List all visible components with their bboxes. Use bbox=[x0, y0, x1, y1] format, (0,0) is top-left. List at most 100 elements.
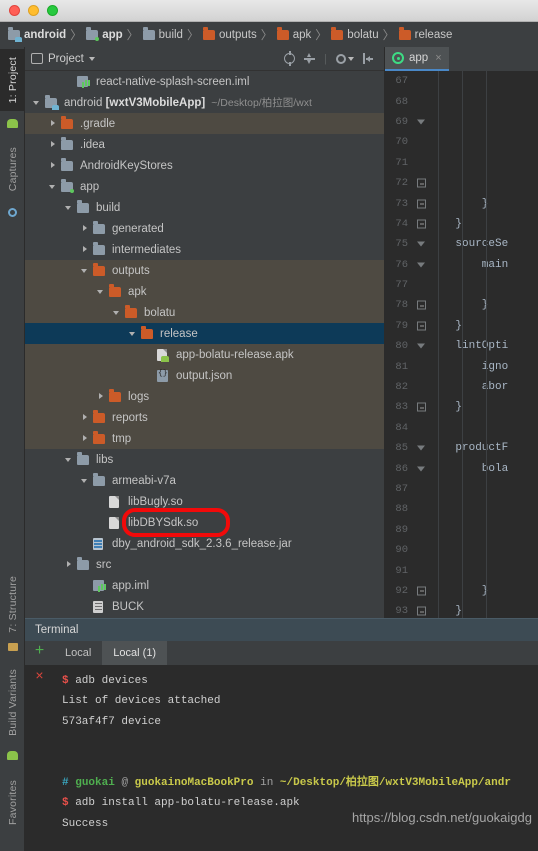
breadcrumb-item-build[interactable]: build bbox=[142, 27, 183, 41]
tree-item-android--wxtv3mobileapp-[interactable]: android [wxtV3MobileApp] ~/Desktop/柏拉图/wx… bbox=[25, 92, 384, 113]
fold-collapse-icon[interactable] bbox=[417, 219, 426, 229]
tree-item-reports[interactable]: reports bbox=[25, 407, 384, 428]
chevron-down-icon[interactable] bbox=[129, 329, 138, 338]
tree-item-.idea[interactable]: .idea bbox=[25, 134, 384, 155]
fold-expand-icon[interactable] bbox=[417, 240, 426, 249]
chevron-right-icon[interactable] bbox=[81, 434, 90, 443]
tree-item-libdbysdk.so[interactable]: libDBYSdk.so bbox=[25, 512, 384, 533]
tree-item-generated[interactable]: generated bbox=[25, 218, 384, 239]
chevron-down-icon[interactable] bbox=[97, 287, 106, 296]
chevron-down-icon[interactable] bbox=[113, 308, 122, 317]
tree-item-logs[interactable]: logs bbox=[25, 386, 384, 407]
breadcrumb-item-apk[interactable]: apk bbox=[276, 27, 311, 41]
tree-item-outputs[interactable]: outputs bbox=[25, 260, 384, 281]
tree-item-bolatu[interactable]: bolatu bbox=[25, 302, 384, 323]
line-number: 92 bbox=[395, 584, 408, 597]
tree-item-buck[interactable]: BUCK bbox=[25, 596, 384, 617]
tree-item-apk[interactable]: apk bbox=[25, 281, 384, 302]
chevron-right-icon[interactable] bbox=[97, 392, 106, 401]
fold-collapse-icon[interactable] bbox=[417, 300, 426, 310]
chevron-down-icon[interactable] bbox=[49, 182, 58, 191]
tree-item-label: app.iml bbox=[112, 579, 150, 592]
breadcrumb-item-release[interactable]: release bbox=[398, 27, 452, 41]
fold-expand-icon[interactable] bbox=[417, 444, 426, 453]
chevron-down-icon[interactable] bbox=[88, 56, 95, 61]
fold-expand-icon[interactable] bbox=[417, 464, 426, 473]
chevron-right-icon[interactable] bbox=[49, 119, 58, 128]
tree-item-release[interactable]: release bbox=[25, 323, 384, 344]
breadcrumb-item-outputs[interactable]: outputs bbox=[202, 27, 257, 41]
chevron-down-icon[interactable] bbox=[65, 203, 74, 212]
chevron-down-icon[interactable] bbox=[81, 266, 90, 275]
code-text: } bbox=[429, 605, 463, 618]
fold-expand-icon[interactable] bbox=[417, 260, 426, 269]
close-terminal-button[interactable]: × bbox=[35, 668, 43, 682]
chevron-right-icon[interactable] bbox=[81, 413, 90, 422]
file-icon bbox=[109, 495, 119, 508]
fold-expand-icon[interactable] bbox=[417, 342, 426, 351]
tree-item-armeabi-v7a[interactable]: armeabi-v7a bbox=[25, 470, 384, 491]
locate-icon[interactable] bbox=[284, 51, 296, 66]
android-robot-icon[interactable] bbox=[0, 113, 25, 133]
fold-collapse-icon[interactable] bbox=[417, 606, 426, 616]
sidebar-item-structure[interactable]: 7: Structure bbox=[0, 571, 25, 637]
chevron-down-icon[interactable] bbox=[33, 98, 42, 107]
tree-item-app[interactable]: app bbox=[25, 176, 384, 197]
chevron-right-icon[interactable] bbox=[49, 140, 58, 149]
sidebar-item-project[interactable]: 1: Project bbox=[0, 49, 25, 111]
hide-panel-icon[interactable] bbox=[363, 53, 374, 64]
tree-item-label: android [wxtV3MobileApp] bbox=[64, 96, 206, 109]
breadcrumb-label: app bbox=[102, 28, 123, 41]
sidebar-item-favorites[interactable]: Favorites bbox=[0, 771, 25, 833]
tree-item-src[interactable]: src bbox=[25, 554, 384, 575]
chevron-down-icon[interactable] bbox=[65, 455, 74, 464]
tree-item-label: release bbox=[160, 327, 198, 340]
add-terminal-button[interactable]: + bbox=[35, 643, 44, 659]
tree-item-libs[interactable]: libs bbox=[25, 449, 384, 470]
sidebar-item-build-variants[interactable]: Build Variants bbox=[0, 663, 25, 741]
close-icon[interactable]: × bbox=[435, 52, 441, 64]
terminal-tab-local[interactable]: Local bbox=[54, 641, 102, 665]
tab-app[interactable]: app × bbox=[385, 47, 449, 71]
settings-gear-icon[interactable] bbox=[336, 53, 354, 64]
tree-item-app.iml[interactable]: app.iml bbox=[25, 575, 384, 596]
tree-item-tmp[interactable]: tmp bbox=[25, 428, 384, 449]
tree-item-label: app-bolatu-release.apk bbox=[176, 348, 294, 361]
breadcrumb-item-app[interactable]: app bbox=[86, 27, 123, 41]
close-window-button[interactable] bbox=[9, 5, 20, 16]
watermark-text: https://blog.csdn.net/guokaigdg bbox=[352, 810, 532, 825]
tree-item-build[interactable]: build bbox=[25, 197, 384, 218]
maximize-window-button[interactable] bbox=[47, 5, 58, 16]
fold-collapse-icon[interactable] bbox=[417, 321, 426, 331]
tree-item-output.json[interactable]: output.json bbox=[25, 365, 384, 386]
fold-expand-icon[interactable] bbox=[417, 117, 426, 126]
chevron-right-icon[interactable] bbox=[81, 224, 90, 233]
line-number: 82 bbox=[395, 381, 408, 394]
sidebar-item-captures[interactable]: Captures bbox=[0, 139, 25, 199]
chevron-right-icon[interactable] bbox=[65, 560, 74, 569]
fold-collapse-icon[interactable] bbox=[417, 178, 426, 188]
chevron-right-icon[interactable] bbox=[49, 161, 58, 170]
tree-item-libbugly.so[interactable]: libBugly.so bbox=[25, 491, 384, 512]
collapse-all-icon[interactable] bbox=[304, 53, 316, 64]
chevron-right-icon[interactable] bbox=[81, 245, 90, 254]
target-icon[interactable] bbox=[0, 203, 25, 221]
terminal-tab-local1[interactable]: Local (1) bbox=[102, 641, 168, 665]
android-studio-icon bbox=[392, 52, 404, 64]
tree-item-dby-android-sdk-2.3.6-release.jar[interactable]: dby_android_sdk_2.3.6_release.jar bbox=[25, 533, 384, 554]
breadcrumb-item-android[interactable]: android bbox=[8, 27, 66, 42]
tree-item-app-bolatu-release.apk[interactable]: app-bolatu-release.apk bbox=[25, 344, 384, 365]
fold-collapse-icon[interactable] bbox=[417, 586, 426, 596]
tree-item-.gradle[interactable]: .gradle bbox=[25, 113, 384, 134]
folder-android-icon bbox=[45, 95, 59, 110]
tree-item-intermediates[interactable]: intermediates bbox=[25, 239, 384, 260]
chevron-down-icon[interactable] bbox=[81, 476, 90, 485]
minimize-window-button[interactable] bbox=[28, 5, 39, 16]
tree-item-androidkeystores[interactable]: AndroidKeyStores bbox=[25, 155, 384, 176]
fold-collapse-icon[interactable] bbox=[417, 402, 426, 412]
breadcrumb-item-bolatu[interactable]: bolatu bbox=[331, 27, 379, 41]
fold-collapse-icon[interactable] bbox=[417, 199, 426, 209]
tree-item-react-native-splash-screen.iml[interactable]: react-native-splash-screen.iml bbox=[25, 71, 384, 92]
